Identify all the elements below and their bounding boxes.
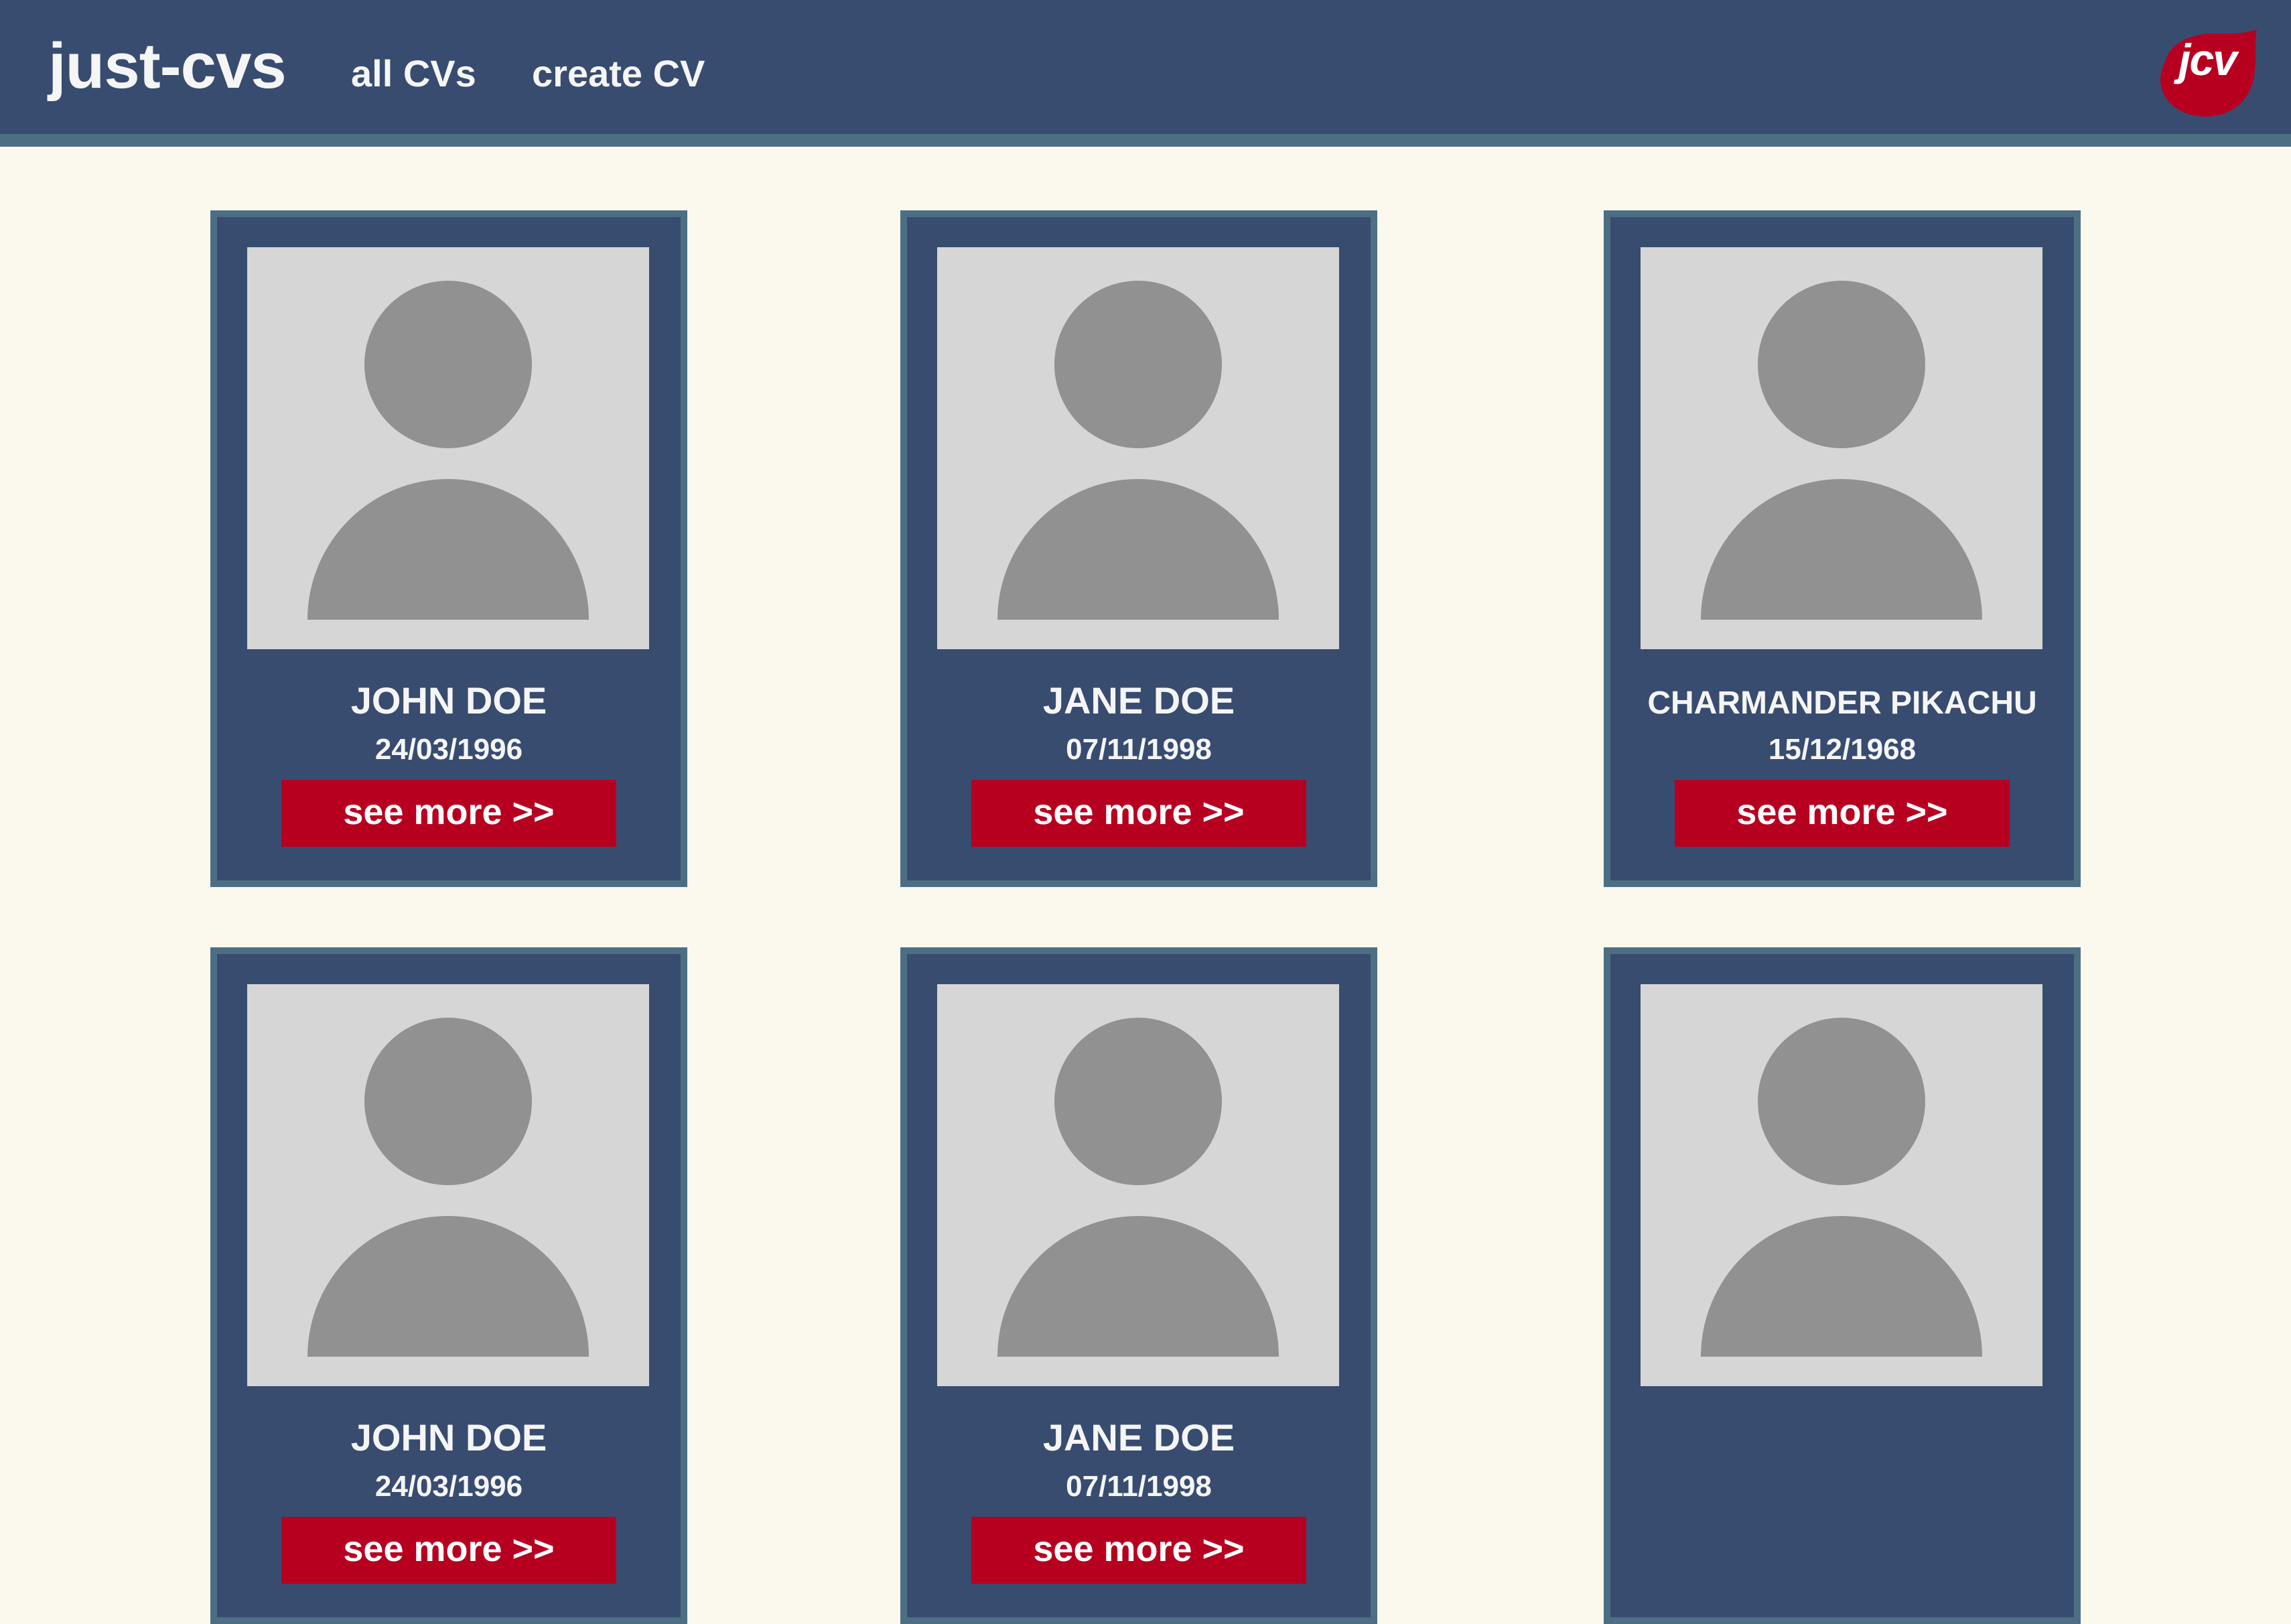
avatar-placeholder xyxy=(247,247,649,649)
logo-text: jcv xyxy=(2178,35,2237,84)
person-silhouette-icon xyxy=(1701,281,1982,620)
person-silhouette-icon xyxy=(307,1018,589,1357)
cv-name: JANE DOE xyxy=(1042,1416,1235,1459)
cv-card xyxy=(1604,947,2081,1624)
person-silhouette-icon xyxy=(307,281,589,620)
avatar-placeholder xyxy=(247,984,649,1386)
avatar-placeholder xyxy=(937,984,1339,1386)
top-navbar: just-cvs all CVs create CV jcv xyxy=(0,0,2291,147)
cv-card: JANE DOE 07/11/1998 see more >> xyxy=(900,947,1377,1624)
cv-date: 24/03/1996 xyxy=(374,1470,523,1503)
avatar-placeholder xyxy=(1641,247,2042,649)
cv-name: JOHN DOE xyxy=(350,1416,547,1459)
see-more-button[interactable]: see more >> xyxy=(971,1517,1306,1584)
see-more-button[interactable]: see more >> xyxy=(1675,780,2010,847)
cv-date: 07/11/1998 xyxy=(1066,1470,1212,1503)
brand-title[interactable]: just-cvs xyxy=(48,29,287,103)
see-more-button[interactable]: see more >> xyxy=(281,780,616,847)
cv-card: JANE DOE 07/11/1998 see more >> xyxy=(900,210,1377,887)
cv-date: 07/11/1998 xyxy=(1066,733,1212,766)
avatar-placeholder xyxy=(1641,984,2042,1386)
cv-card: JOHN DOE 24/03/1996 see more >> xyxy=(210,947,687,1624)
cv-date: 24/03/1996 xyxy=(374,733,523,766)
avatar-placeholder xyxy=(937,247,1339,649)
see-more-button[interactable]: see more >> xyxy=(281,1517,616,1584)
cv-name: JOHN DOE xyxy=(350,679,547,722)
person-silhouette-icon xyxy=(1701,1018,1982,1357)
cv-date: 15/12/1968 xyxy=(1768,733,1917,766)
person-silhouette-icon xyxy=(997,1018,1279,1357)
nav-create-cv[interactable]: create CV xyxy=(532,52,705,95)
person-silhouette-icon xyxy=(997,281,1279,620)
cv-card: JOHN DOE 24/03/1996 see more >> xyxy=(210,210,687,887)
nav-all-cvs[interactable]: all CVs xyxy=(351,52,476,95)
cv-name: CHARMANDER PIKACHU xyxy=(1647,685,2037,721)
cv-card: CHARMANDER PIKACHU 15/12/1968 see more >… xyxy=(1604,210,2081,887)
see-more-button[interactable]: see more >> xyxy=(971,780,1306,847)
cv-name: JANE DOE xyxy=(1042,679,1235,722)
